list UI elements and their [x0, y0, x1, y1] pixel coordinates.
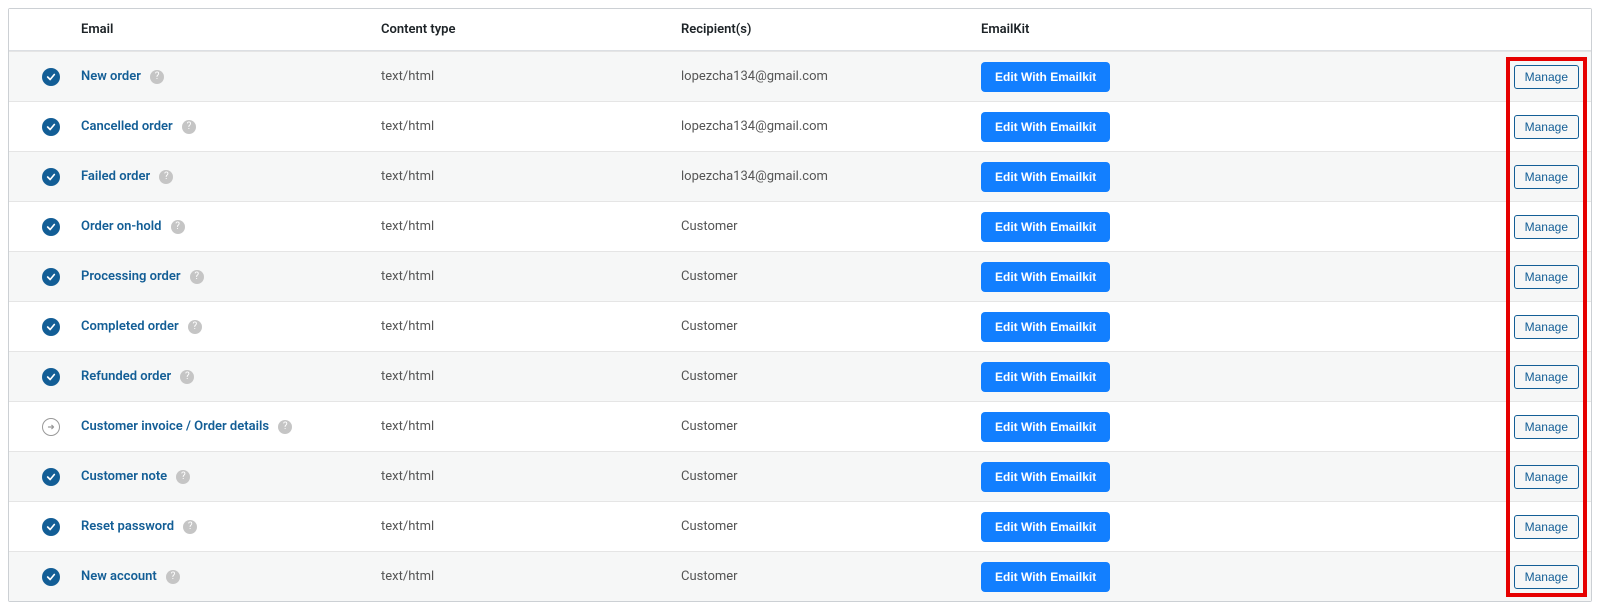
content-type-cell: text/html — [381, 169, 681, 184]
manage-button[interactable]: Manage — [1514, 565, 1579, 589]
edit-with-emailkit-button[interactable]: Edit With Emailkit — [981, 462, 1110, 492]
edit-with-emailkit-button[interactable]: Edit With Emailkit — [981, 312, 1110, 342]
status-enabled-icon — [42, 168, 60, 186]
table-row: Customer note ? text/html Customer Edit … — [9, 451, 1591, 501]
recipient-cell: lopezcha134@gmail.com — [681, 119, 981, 134]
help-icon[interactable]: ? — [188, 320, 202, 334]
edit-with-emailkit-button[interactable]: Edit With Emailkit — [981, 412, 1110, 442]
manage-button[interactable]: Manage — [1514, 515, 1579, 539]
help-icon[interactable]: ? — [176, 470, 190, 484]
status-enabled-icon — [42, 268, 60, 286]
content-type-cell: text/html — [381, 269, 681, 284]
email-name-link[interactable]: New account — [81, 569, 157, 584]
content-type-cell: text/html — [381, 569, 681, 584]
recipient-cell: Customer — [681, 319, 981, 334]
table-row: Customer invoice / Order details ? text/… — [9, 401, 1591, 451]
manage-button[interactable]: Manage — [1514, 215, 1579, 239]
status-manual-icon — [42, 418, 60, 436]
edit-with-emailkit-button[interactable]: Edit With Emailkit — [981, 212, 1110, 242]
table-row: Processing order ? text/html Customer Ed… — [9, 251, 1591, 301]
recipient-cell: Customer — [681, 369, 981, 384]
help-icon[interactable]: ? — [150, 70, 164, 84]
recipient-cell: Customer — [681, 469, 981, 484]
status-enabled-icon — [42, 318, 60, 336]
help-icon[interactable]: ? — [278, 420, 292, 434]
recipient-cell: Customer — [681, 219, 981, 234]
table-row: New order ? text/html lopezcha134@gmail.… — [9, 51, 1591, 101]
help-icon[interactable]: ? — [183, 520, 197, 534]
recipient-cell: Customer — [681, 519, 981, 534]
status-enabled-icon — [42, 368, 60, 386]
content-type-cell: text/html — [381, 369, 681, 384]
manage-button[interactable]: Manage — [1514, 65, 1579, 89]
email-name-link[interactable]: Customer note — [81, 469, 167, 484]
table-row: New account ? text/html Customer Edit Wi… — [9, 551, 1591, 601]
column-header-emailkit[interactable]: EmailKit — [981, 22, 1499, 37]
edit-with-emailkit-button[interactable]: Edit With Emailkit — [981, 562, 1110, 592]
status-enabled-icon — [42, 218, 60, 236]
email-name-link[interactable]: Refunded order — [81, 369, 171, 384]
edit-with-emailkit-button[interactable]: Edit With Emailkit — [981, 162, 1110, 192]
manage-button[interactable]: Manage — [1514, 165, 1579, 189]
recipient-cell: Customer — [681, 269, 981, 284]
content-type-cell: text/html — [381, 419, 681, 434]
table-row: Refunded order ? text/html Customer Edit… — [9, 351, 1591, 401]
table-row: Cancelled order ? text/html lopezcha134@… — [9, 101, 1591, 151]
edit-with-emailkit-button[interactable]: Edit With Emailkit — [981, 362, 1110, 392]
content-type-cell: text/html — [381, 69, 681, 84]
status-enabled-icon — [42, 468, 60, 486]
content-type-cell: text/html — [381, 119, 681, 134]
manage-button[interactable]: Manage — [1514, 315, 1579, 339]
content-type-cell: text/html — [381, 219, 681, 234]
help-icon[interactable]: ? — [171, 220, 185, 234]
content-type-cell: text/html — [381, 519, 681, 534]
table-header-row: Email Content type Recipient(s) EmailKit — [9, 9, 1591, 51]
help-icon[interactable]: ? — [190, 270, 204, 284]
table-row: Order on-hold ? text/html Customer Edit … — [9, 201, 1591, 251]
table-row: Completed order ? text/html Customer Edi… — [9, 301, 1591, 351]
email-name-link[interactable]: Cancelled order — [81, 119, 173, 134]
help-icon[interactable]: ? — [180, 370, 194, 384]
email-name-link[interactable]: Customer invoice / Order details — [81, 419, 269, 434]
recipient-cell: lopezcha134@gmail.com — [681, 69, 981, 84]
recipient-cell: lopezcha134@gmail.com — [681, 169, 981, 184]
email-name-link[interactable]: New order — [81, 69, 141, 84]
help-icon[interactable]: ? — [159, 170, 173, 184]
status-enabled-icon — [42, 568, 60, 586]
status-enabled-icon — [42, 518, 60, 536]
email-name-link[interactable]: Processing order — [81, 269, 181, 284]
manage-button[interactable]: Manage — [1514, 415, 1579, 439]
status-enabled-icon — [42, 68, 60, 86]
email-name-link[interactable]: Reset password — [81, 519, 174, 534]
edit-with-emailkit-button[interactable]: Edit With Emailkit — [981, 512, 1110, 542]
edit-with-emailkit-button[interactable]: Edit With Emailkit — [981, 262, 1110, 292]
email-name-link[interactable]: Order on-hold — [81, 219, 161, 234]
manage-button[interactable]: Manage — [1514, 465, 1579, 489]
edit-with-emailkit-button[interactable]: Edit With Emailkit — [981, 62, 1110, 92]
email-name-link[interactable]: Completed order — [81, 319, 179, 334]
table-row: Failed order ? text/html lopezcha134@gma… — [9, 151, 1591, 201]
content-type-cell: text/html — [381, 469, 681, 484]
column-header-content-type[interactable]: Content type — [381, 22, 681, 37]
help-icon[interactable]: ? — [182, 120, 196, 134]
manage-button[interactable]: Manage — [1514, 365, 1579, 389]
manage-button[interactable]: Manage — [1514, 115, 1579, 139]
recipient-cell: Customer — [681, 419, 981, 434]
column-header-email[interactable]: Email — [81, 22, 381, 37]
manage-button[interactable]: Manage — [1514, 265, 1579, 289]
help-icon[interactable]: ? — [166, 570, 180, 584]
content-type-cell: text/html — [381, 319, 681, 334]
status-enabled-icon — [42, 118, 60, 136]
emails-table: Email Content type Recipient(s) EmailKit… — [8, 8, 1592, 602]
recipient-cell: Customer — [681, 569, 981, 584]
edit-with-emailkit-button[interactable]: Edit With Emailkit — [981, 112, 1110, 142]
table-row: Reset password ? text/html Customer Edit… — [9, 501, 1591, 551]
email-name-link[interactable]: Failed order — [81, 169, 150, 184]
column-header-recipients[interactable]: Recipient(s) — [681, 22, 981, 37]
